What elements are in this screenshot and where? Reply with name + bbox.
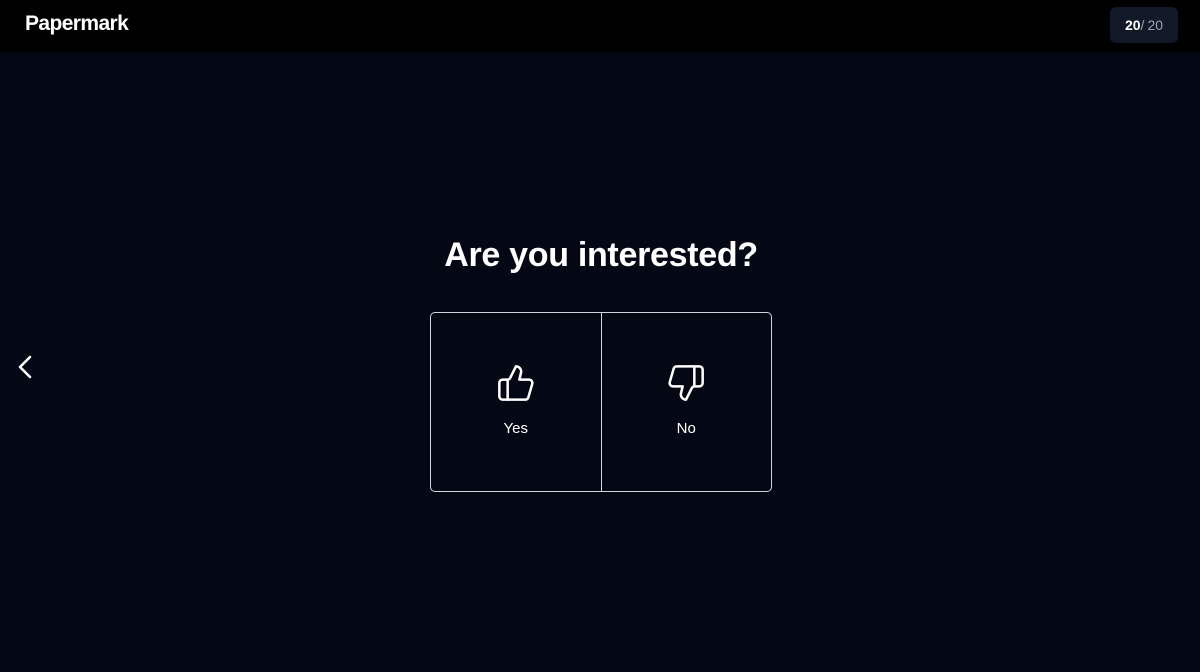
chevron-left-icon: [18, 355, 32, 379]
top-bar: Papermark 20 / 20: [0, 0, 1200, 52]
current-page-number: 20: [1124, 17, 1141, 33]
total-pages-number: 20: [1147, 17, 1164, 33]
thumbs-up-icon: [497, 365, 534, 401]
no-option-button[interactable]: No: [600, 313, 772, 491]
page-counter: 20 / 20: [1110, 7, 1178, 43]
answer-options: Yes No: [430, 312, 772, 492]
papermark-logo[interactable]: Papermark: [25, 12, 129, 36]
no-option-label: No: [676, 420, 696, 437]
document-viewer: Papermark 20 / 20 Are you interested? Ye…: [0, 0, 1200, 672]
yes-option-button[interactable]: Yes: [431, 313, 601, 491]
thumbs-down-icon: [668, 365, 705, 401]
question-heading: Are you interested?: [444, 236, 758, 274]
previous-page-button[interactable]: [14, 354, 38, 380]
yes-option-label: Yes: [503, 420, 528, 437]
page-separator: /: [1140, 17, 1145, 33]
